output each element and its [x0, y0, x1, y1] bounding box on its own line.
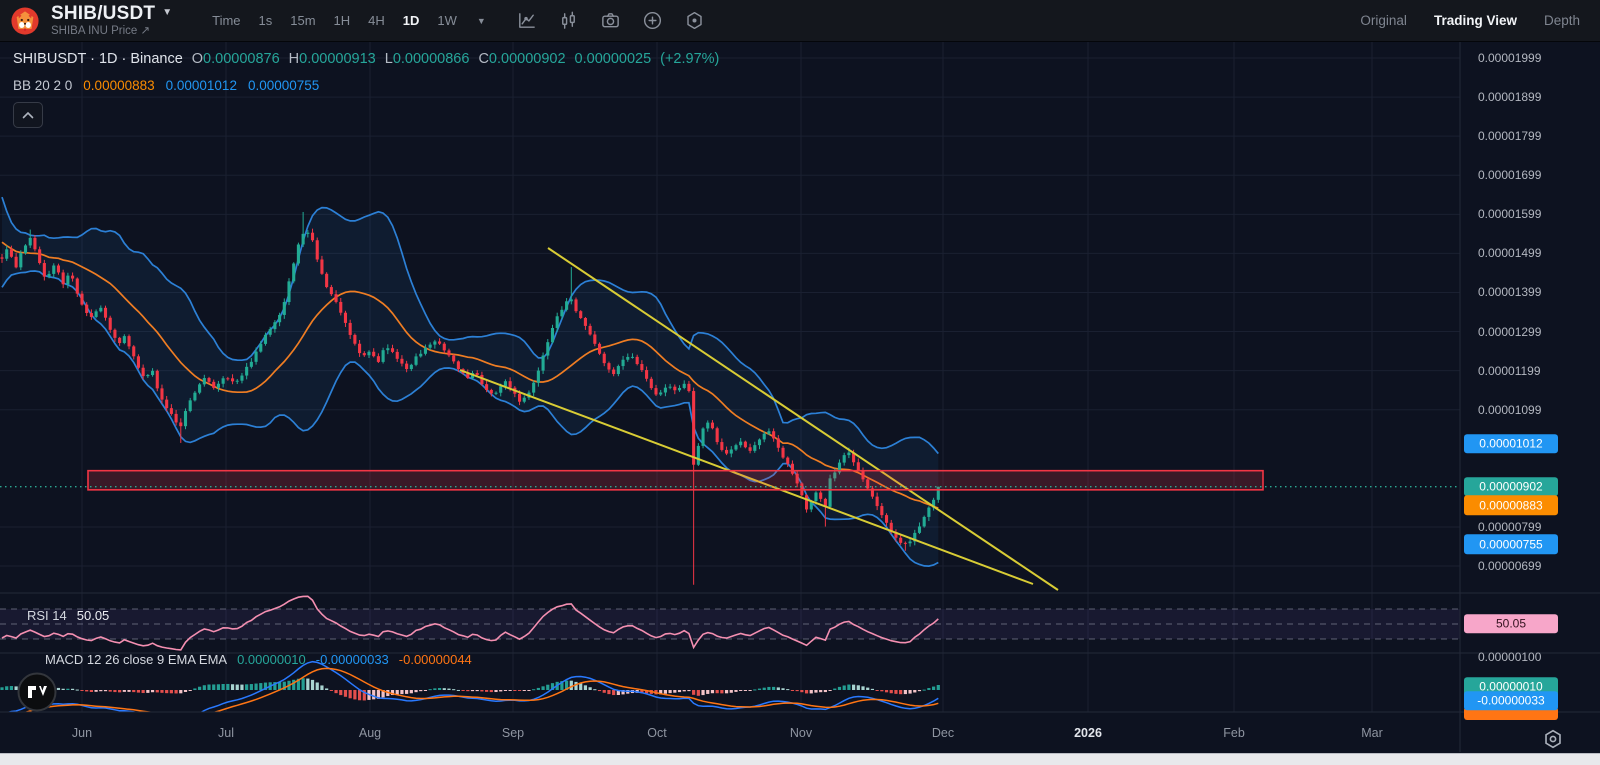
camera-icon[interactable] — [600, 10, 621, 31]
price-label-0.00000699: 0.00000699 — [1478, 559, 1541, 573]
symbol-subtitle[interactable]: SHIBA INU Price ↗ — [51, 26, 172, 38]
macd-label[interactable]: MACD 12 26 close 9 EMA EMA — [45, 652, 227, 667]
bb-indicator-legend[interactable]: BB 20 2 0 0.00000883 0.00001012 0.00000755 — [13, 78, 319, 93]
rsi-value: 50.05 — [77, 608, 110, 623]
price-label-0.00001599: 0.00001599 — [1478, 207, 1541, 221]
price-label-0.00001499: 0.00001499 — [1478, 246, 1541, 260]
timeframe-4H[interactable]: 4H — [368, 13, 385, 28]
time-label-Aug[interactable]: Aug — [359, 726, 381, 740]
bb-value-0: 0.00000883 — [83, 78, 154, 93]
price-label-0.00001399: 0.00001399 — [1478, 285, 1541, 299]
bb-label[interactable]: BB 20 2 0 — [13, 78, 72, 93]
time-label-Feb[interactable]: Feb — [1223, 726, 1245, 740]
wedge-upper-trendline — [548, 248, 1058, 590]
time-label-Sep[interactable]: Sep — [502, 726, 524, 740]
tradingview-logo[interactable] — [17, 672, 57, 712]
view-mode-switch: Original Trading View Depth — [1360, 13, 1580, 28]
macd-signal-line — [2, 668, 938, 717]
chart-style-icon[interactable] — [516, 10, 537, 31]
timeframe-1W[interactable]: 1W — [437, 13, 457, 28]
macd-value-1: -0.00000033 — [316, 652, 389, 667]
time-label-Jun[interactable]: Jun — [72, 726, 92, 740]
time-label-Dec[interactable]: Dec — [932, 726, 954, 740]
chart-plot[interactable] — [0, 0, 1600, 765]
main-pane — [0, 197, 1058, 590]
price-label-0.00001099: 0.00001099 — [1478, 403, 1541, 417]
series-title[interactable]: SHIBUSDT · 1D · Binance — [13, 51, 183, 67]
price-label-0.00001299: 0.00001299 — [1478, 325, 1541, 339]
time-label-Jul[interactable]: Jul — [218, 726, 234, 740]
price-label-0.00001199: 0.00001199 — [1478, 364, 1541, 378]
shib-logo[interactable] — [11, 7, 39, 35]
symbol-dropdown-caret-icon[interactable]: ▼ — [162, 8, 172, 18]
time-label-Oct[interactable]: Oct — [647, 726, 666, 740]
timeframe-1D[interactable]: 1D — [403, 13, 420, 28]
change-pct: (+2.97%) — [660, 51, 719, 67]
change-abs: 0.00000025 — [575, 51, 652, 67]
ohlc-H: H0.00000913 — [289, 51, 376, 67]
macd-indicator-legend[interactable]: MACD 12 26 close 9 EMA EMA 0.00000010 -0.… — [45, 652, 472, 667]
collapse-legend-button[interactable] — [13, 102, 43, 128]
macd-values: 0.00000010 -0.00000033 -0.00000044 — [237, 652, 472, 667]
timeframe-1H[interactable]: 1H — [334, 13, 351, 28]
time-label-2026[interactable]: 2026 — [1074, 726, 1102, 740]
bb-value-2: 0.00000755 — [248, 78, 319, 93]
rsi-pane — [0, 596, 1460, 650]
axis-badge--0.00000033[interactable]: -0.00000033 — [1464, 691, 1558, 711]
macd-value-0: 0.00000010 — [237, 652, 306, 667]
external-link-icon: ↗ — [140, 25, 150, 37]
main-series-legend[interactable]: SHIBUSDT · 1D · Binance O0.00000876 H0.00… — [13, 51, 719, 67]
axis-badge-0.00000755[interactable]: 0.00000755 — [1464, 534, 1558, 554]
tradingview-chart-app: SHIB/USDT ▼ SHIBA INU Price ↗ Time 1s 15m… — [0, 0, 1600, 765]
price-label-0.00001699: 0.00001699 — [1478, 168, 1541, 182]
price-label-0.00000799: 0.00000799 — [1478, 520, 1541, 534]
symbol-title-block[interactable]: SHIB/USDT ▼ SHIBA INU Price ↗ — [51, 4, 172, 38]
symbol-title[interactable]: SHIB/USDT — [51, 4, 155, 23]
timeframe-label: Time — [212, 13, 240, 28]
ohlc-O: O0.00000876 — [192, 51, 280, 67]
ohlc-C: C0.00000902 — [478, 51, 565, 67]
view-mode-trading-view[interactable]: Trading View — [1434, 13, 1517, 28]
chevron-up-icon — [22, 111, 34, 119]
bb-value-1: 0.00001012 — [166, 78, 237, 93]
axis-badge-0.00000883[interactable]: 0.00000883 — [1464, 495, 1558, 515]
add-circle-icon[interactable] — [642, 10, 663, 31]
timeframe-list: 1s 15m 1H 4H 1D 1W — [259, 13, 457, 28]
axis-badge-0.00001012[interactable]: 0.00001012 — [1464, 434, 1558, 454]
axis-badge-0.00000902[interactable]: 0.00000902 — [1464, 477, 1558, 497]
chart-toolbar-icons — [516, 10, 705, 31]
time-label-Nov[interactable]: Nov — [790, 726, 812, 740]
price-label-0.00001899: 0.00001899 — [1478, 90, 1541, 104]
time-label-Mar[interactable]: Mar — [1361, 726, 1383, 740]
timeframe-bar: Time 1s 15m 1H 4H 1D 1W ▼ — [212, 13, 486, 28]
axis-badge-50.05[interactable]: 50.05 — [1464, 614, 1558, 634]
timeframe-more-caret-icon[interactable]: ▼ — [477, 16, 486, 26]
rsi-indicator-legend[interactable]: RSI 14 50.05 — [27, 608, 109, 623]
view-mode-original[interactable]: Original — [1360, 13, 1407, 28]
view-mode-depth[interactable]: Depth — [1544, 13, 1580, 28]
bb-values: 0.00000883 0.00001012 0.00000755 — [83, 78, 319, 93]
axis-settings-gear-icon[interactable] — [1541, 727, 1565, 751]
candles-compare-icon[interactable] — [558, 10, 579, 31]
price-label-0.00001999: 0.00001999 — [1478, 51, 1541, 65]
timeframe-15m[interactable]: 15m — [290, 13, 315, 28]
ohlc-values: O0.00000876 H0.00000913 L0.00000866 C0.0000… — [192, 51, 566, 67]
macd-value-2: -0.00000044 — [399, 652, 472, 667]
price-label-0.00001799: 0.00001799 — [1478, 129, 1541, 143]
price-label-0.00000100: 0.00000100 — [1478, 650, 1541, 664]
topbar: SHIB/USDT ▼ SHIBA INU Price ↗ Time 1s 15m… — [0, 0, 1600, 42]
rsi-label[interactable]: RSI 14 — [27, 608, 67, 623]
bb-band-fill — [2, 197, 938, 566]
bottom-strip — [0, 753, 1600, 765]
timeframe-1s[interactable]: 1s — [259, 13, 273, 28]
gear-dot-icon[interactable] — [684, 10, 705, 31]
ohlc-L: L0.00000866 — [385, 51, 470, 67]
